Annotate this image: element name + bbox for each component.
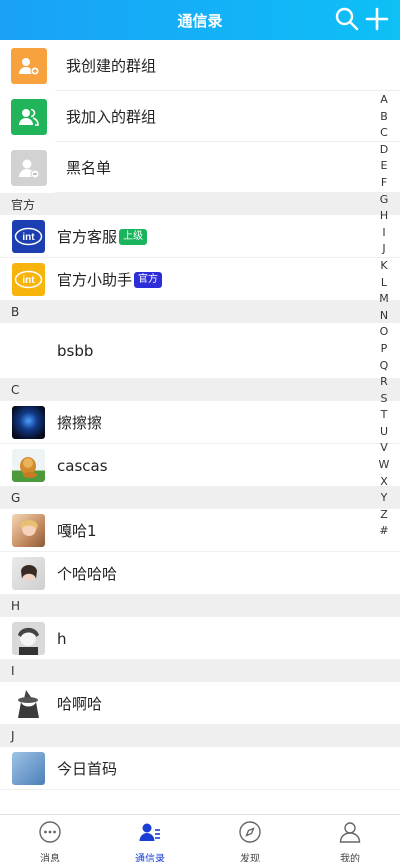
contacts-icon (138, 820, 162, 848)
index-letter[interactable]: # (379, 523, 388, 540)
anime-boy (12, 622, 45, 655)
section-header: 官方 (0, 193, 400, 215)
contact-row[interactable]: int 官方小助手 官方 (0, 258, 400, 301)
contact-row[interactable]: cascas (0, 444, 400, 487)
role-badge: 上级 (119, 228, 148, 245)
section-header: B (0, 301, 400, 323)
tab-label: 我的 (340, 854, 360, 862)
tab-label: 通信录 (135, 854, 165, 862)
contact-row[interactable]: 个哈哈哈 (0, 552, 400, 595)
group-row-label: 我创建的群组 (66, 57, 157, 75)
tab-discover[interactable]: 发现 (200, 815, 300, 862)
index-letter[interactable]: C (380, 125, 388, 142)
index-letter[interactable]: S (381, 391, 388, 408)
contact-name: 嘎哈1 (57, 522, 97, 540)
tab-contacts[interactable]: 通信录 (100, 815, 200, 862)
section-header: C (0, 379, 400, 401)
alphabet-index[interactable]: A B C D E F G H I J K L M N O P Q R S T U V W X Y Z # (378, 92, 390, 540)
contact-row[interactable]: 嘎哈1 (0, 509, 400, 552)
group-add-icon (11, 47, 47, 84)
contacts-list[interactable]: 我创建的群组 我加入的群组 黑名单 官方 int 官方客服 上级 int 官方小… (0, 40, 400, 814)
svg-text:int: int (22, 275, 35, 286)
section-header: H (0, 595, 400, 617)
tab-label: 消息 (40, 854, 60, 862)
section-header: I (0, 660, 400, 682)
search-icon[interactable] (334, 6, 360, 32)
index-letter[interactable]: J (382, 241, 385, 258)
chat-bubble-icon (38, 820, 62, 848)
index-letter[interactable]: N (380, 308, 388, 325)
intel-logo-yellow: int (12, 263, 45, 296)
tab-me[interactable]: 我的 (300, 815, 400, 862)
index-letter[interactable]: K (380, 258, 387, 275)
user-icon (338, 820, 362, 848)
plus-icon[interactable] (364, 6, 390, 32)
index-letter[interactable]: V (380, 440, 388, 457)
blocked-user-icon (11, 149, 47, 186)
avatar (12, 335, 45, 368)
index-letter[interactable]: O (380, 324, 389, 341)
index-letter[interactable]: Y (381, 490, 388, 507)
index-letter[interactable]: D (380, 142, 388, 159)
index-letter[interactable]: W (379, 457, 390, 474)
index-letter[interactable]: T (381, 407, 388, 424)
contact-name: 官方客服 (57, 228, 118, 246)
contact-name: 擦擦擦 (57, 414, 103, 432)
index-letter[interactable]: X (380, 474, 388, 491)
contact-row[interactable]: 今日首码 (0, 747, 400, 790)
index-letter[interactable]: R (380, 374, 388, 391)
person-photo-2 (12, 557, 45, 590)
contact-name: 个哈哈哈 (57, 565, 118, 583)
group-icon (11, 98, 47, 135)
witch-figure (12, 687, 45, 720)
page-title: 通信录 (177, 11, 223, 30)
index-letter[interactable]: Q (380, 358, 389, 375)
index-letter[interactable]: I (382, 225, 385, 242)
section-header: G (0, 487, 400, 509)
blacklist-row[interactable]: 黑名单 (0, 142, 400, 193)
index-letter[interactable]: E (381, 158, 388, 175)
index-letter[interactable]: U (380, 424, 388, 441)
group-row-created[interactable]: 我创建的群组 (0, 40, 400, 91)
contact-row[interactable]: 擦擦擦 (0, 401, 400, 444)
intel-logo-blue: int (12, 220, 45, 253)
index-letter[interactable]: F (381, 175, 387, 192)
index-letter[interactable]: L (381, 275, 387, 292)
contact-row[interactable]: int 官方客服 上级 (0, 215, 400, 258)
compass-icon (238, 820, 262, 848)
contact-name: cascas (57, 456, 108, 475)
group-row-label: 黑名单 (66, 159, 112, 177)
lion-cartoon (12, 449, 45, 482)
index-letter[interactable]: A (380, 92, 388, 109)
contact-name: 官方小助手 (57, 271, 133, 289)
index-letter[interactable]: B (380, 109, 388, 126)
contact-name: bsbb (57, 342, 94, 360)
blue-photo (12, 752, 45, 785)
app-header: 通信录 (0, 0, 400, 40)
role-badge: 官方 (134, 271, 163, 288)
tab-label: 发现 (240, 854, 260, 862)
index-letter[interactable]: G (380, 192, 389, 209)
index-letter[interactable]: M (379, 291, 389, 308)
contact-name: h (57, 629, 67, 648)
contact-name: 今日首码 (57, 760, 118, 778)
svg-text:int: int (22, 232, 35, 243)
index-letter[interactable]: P (381, 341, 388, 358)
group-row-joined[interactable]: 我加入的群组 (0, 91, 400, 142)
index-letter[interactable]: Z (380, 507, 388, 524)
tab-messages[interactable]: 消息 (0, 815, 100, 862)
dark-photo (12, 406, 45, 439)
contact-row[interactable]: bsbb (0, 323, 400, 379)
person-photo (12, 514, 45, 547)
group-row-label: 我加入的群组 (66, 108, 157, 126)
contact-row[interactable]: 哈啊哈 (0, 682, 400, 725)
section-header: J (0, 725, 400, 747)
bottom-tab-bar: 消息 通信录 发现 我的 (0, 814, 400, 862)
index-letter[interactable]: H (380, 208, 388, 225)
contact-name: 哈啊哈 (57, 695, 103, 713)
contact-row[interactable]: h (0, 617, 400, 660)
